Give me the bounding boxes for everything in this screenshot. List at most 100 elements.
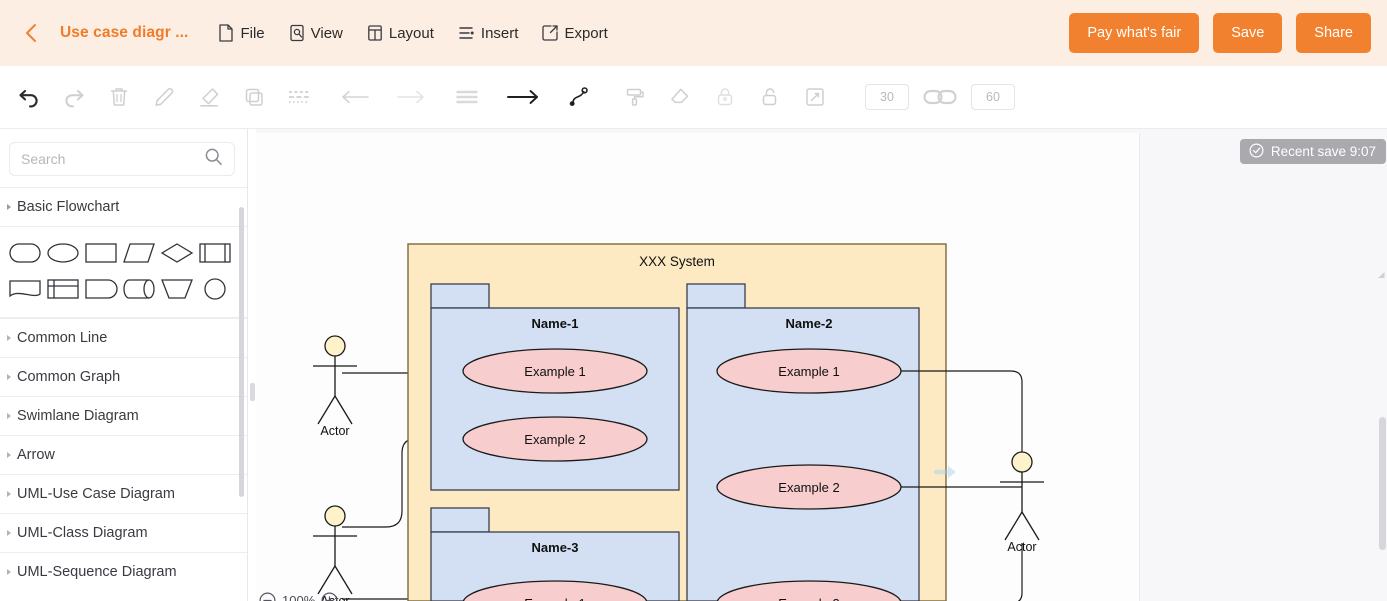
- ellipse-shape[interactable]: [44, 235, 82, 271]
- menu-insert-label: Insert: [481, 25, 519, 42]
- circle-shape[interactable]: [196, 271, 234, 307]
- menu-layout[interactable]: Layout: [358, 18, 443, 48]
- export-icon: [542, 24, 558, 42]
- sidebar-category-common-graph[interactable]: Common Graph: [0, 357, 247, 396]
- save-button[interactable]: Save: [1213, 13, 1282, 53]
- search-box[interactable]: [9, 142, 235, 176]
- pen-icon: [153, 86, 175, 108]
- fill-color-button[interactable]: [189, 77, 229, 117]
- package-tab: [431, 284, 489, 308]
- lock-open-button[interactable]: [750, 77, 790, 117]
- document-title[interactable]: Use case diagr ...: [60, 24, 188, 42]
- sidebar-category-uml-class-diagram[interactable]: UML-Class Diagram: [0, 513, 247, 552]
- shape-row: [6, 271, 241, 307]
- zoom-in-button[interactable]: [321, 592, 338, 601]
- arrow-left-icon: [340, 86, 370, 108]
- height-input[interactable]: 60: [971, 84, 1015, 110]
- fullscreen-button[interactable]: [795, 77, 835, 117]
- menu-file-label: File: [240, 25, 264, 42]
- menu-insert[interactable]: Insert: [449, 18, 528, 48]
- sidebar-category-label: UML-Use Case Diagram: [17, 486, 175, 502]
- sidebar-category-label: Basic Flowchart: [17, 199, 119, 215]
- use-case-label: Example 2: [524, 432, 585, 447]
- rectangle-shape[interactable]: [82, 235, 120, 271]
- connector-icon: [567, 85, 591, 109]
- connector-button[interactable]: [559, 77, 599, 117]
- package-name: Name-1: [532, 316, 579, 331]
- sidebar-category-uml-sequence-diagram[interactable]: UML-Sequence Diagram: [0, 552, 247, 591]
- diamond-shape[interactable]: [158, 235, 196, 271]
- use-case-label: Example 2: [778, 480, 839, 495]
- sidebar-category-common-line[interactable]: Common Line: [0, 318, 247, 357]
- zoom-out-button[interactable]: [259, 592, 276, 601]
- arrow-left-button[interactable]: [335, 77, 375, 117]
- internal-storage-shape[interactable]: [44, 271, 82, 307]
- sidebar-category-uml-use-case-diagram[interactable]: UML-Use Case Diagram: [0, 474, 247, 513]
- parallelogram-shape[interactable]: [120, 235, 158, 271]
- panel-scrollbar[interactable]: [239, 207, 244, 497]
- canvas-vertical-scrollbar[interactable]: [1379, 417, 1386, 550]
- search-icon[interactable]: [204, 147, 223, 171]
- lock-closed-button[interactable]: [705, 77, 745, 117]
- line-style-icon: [287, 86, 311, 108]
- back-button[interactable]: [8, 10, 54, 56]
- eraser-button[interactable]: [660, 77, 700, 117]
- actor-right: Actor: [1000, 452, 1044, 554]
- lock-closed-icon: [714, 86, 736, 108]
- search-container: [0, 129, 247, 187]
- layout-icon: [367, 24, 383, 42]
- use-case-label: Example 1: [524, 596, 585, 601]
- association-line: [342, 585, 416, 599]
- package-name: Name-2: [786, 316, 833, 331]
- sidebar-category-arrow[interactable]: Arrow: [0, 435, 247, 474]
- zoom-controls: 100%: [259, 592, 338, 601]
- document-shape[interactable]: [6, 271, 44, 307]
- direct-data-shape[interactable]: [120, 271, 158, 307]
- chevron-down-icon: [2, 203, 16, 211]
- arrow-right-button[interactable]: [391, 77, 431, 117]
- editor-toolbar: 30 60: [0, 66, 1387, 129]
- package-tab: [687, 284, 745, 308]
- line-style-button[interactable]: [279, 77, 319, 117]
- undo-button[interactable]: [9, 77, 49, 117]
- recent-save-toast: Recent save 9:07: [1240, 139, 1386, 164]
- paint-roller-icon: [624, 86, 646, 108]
- scroll-up-arrow-icon[interactable]: [1377, 266, 1386, 277]
- pen-button[interactable]: [144, 77, 184, 117]
- paint-roller-button[interactable]: [615, 77, 655, 117]
- rounded-rect-shape[interactable]: [6, 235, 44, 271]
- redo-button[interactable]: [54, 77, 94, 117]
- panel-resize-handle[interactable]: [249, 381, 256, 403]
- duplicate-button[interactable]: [234, 77, 274, 117]
- chain-link-icon[interactable]: [923, 87, 957, 107]
- menu-export[interactable]: Export: [533, 18, 616, 48]
- align-icon: [455, 86, 479, 108]
- zoom-out-icon: [259, 592, 276, 601]
- fill-icon: [198, 86, 220, 108]
- actor-head: [1012, 452, 1032, 472]
- share-button[interactable]: Share: [1296, 13, 1371, 53]
- resize-grip: [250, 383, 255, 401]
- sidebar-category-basic-flowchart[interactable]: Basic Flowchart: [0, 187, 247, 226]
- view-icon: [289, 24, 305, 42]
- actor-head: [325, 506, 345, 526]
- delay-shape[interactable]: [82, 271, 120, 307]
- delete-button[interactable]: [99, 77, 139, 117]
- width-input[interactable]: 30: [865, 84, 909, 110]
- chevron-right-icon: [2, 451, 16, 459]
- sidebar-category-swimlane-diagram[interactable]: Swimlane Diagram: [0, 396, 247, 435]
- menu-view[interactable]: View: [280, 18, 352, 48]
- search-input[interactable]: [21, 151, 204, 167]
- predefined-process-shape[interactable]: [196, 235, 234, 271]
- align-button[interactable]: [447, 77, 487, 117]
- use-case-diagram: XXX System Name-1 Example 1 Example 2 Na…: [256, 133, 1140, 601]
- insert-icon: [458, 24, 475, 42]
- menu-file[interactable]: File: [209, 18, 273, 48]
- trapezoid-shape[interactable]: [158, 271, 196, 307]
- canvas-area[interactable]: XXX System Name-1 Example 1 Example 2 Na…: [256, 129, 1387, 601]
- arrow-long-right-button[interactable]: [503, 77, 543, 117]
- menu-view-label: View: [311, 25, 343, 42]
- actor-head: [325, 336, 345, 356]
- pay-what-is-fair-button[interactable]: Pay what's fair: [1069, 13, 1199, 53]
- canvas-page[interactable]: XXX System Name-1 Example 1 Example 2 Na…: [256, 133, 1140, 601]
